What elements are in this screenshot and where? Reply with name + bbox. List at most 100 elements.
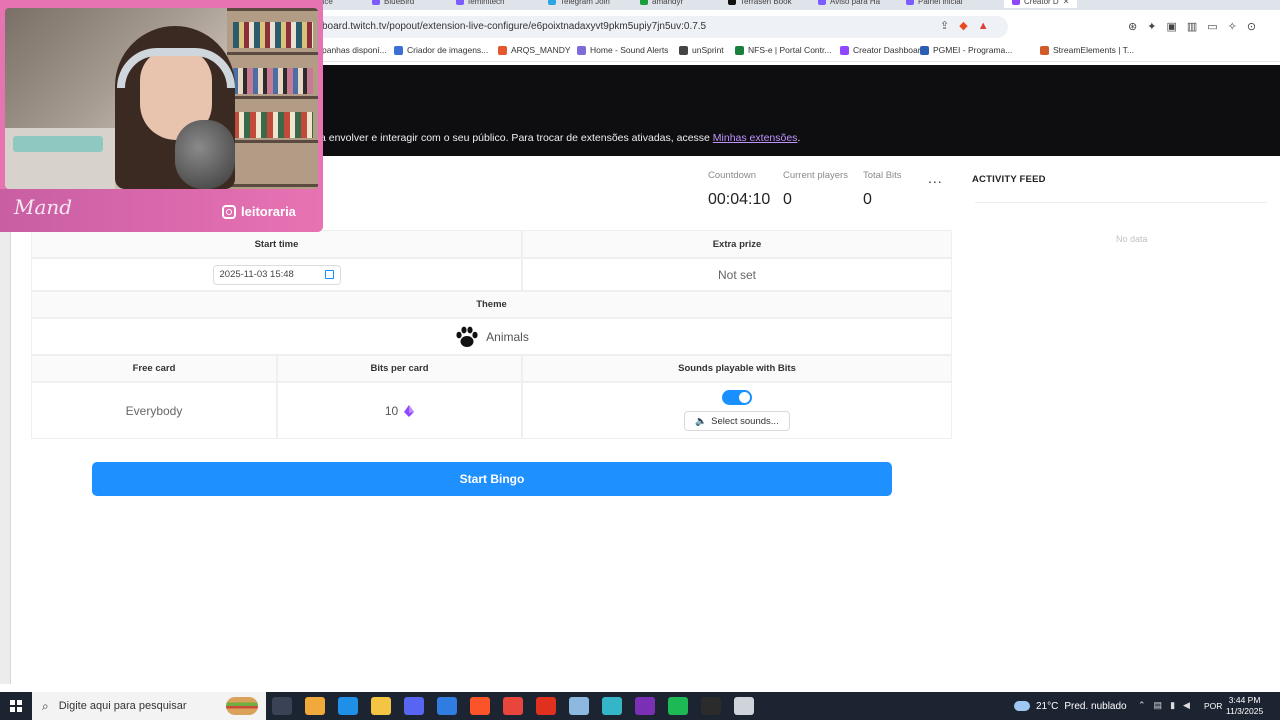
chrome-icon[interactable]: [503, 697, 523, 715]
bookmark-item[interactable]: StreamElements | T...: [1040, 45, 1134, 55]
copilot-icon[interactable]: [305, 697, 325, 715]
free-card-value[interactable]: Everybody: [31, 382, 277, 439]
volume-icon[interactable]: ◀: [1183, 700, 1190, 711]
feed-divider: [975, 202, 1267, 203]
bookmark-label: Home - Sound Alerts: [590, 45, 669, 55]
screen: Telegram WebunSprintStreamElementseleTra…: [0, 0, 1280, 720]
bits-per-card-cell[interactable]: 10: [277, 382, 522, 439]
sidebar-icon[interactable]: ▥: [1187, 20, 1197, 33]
handle-text: leitoraria: [241, 204, 296, 219]
browser-tab[interactable]: Aviso para Ha: [818, 0, 880, 8]
bookmark-item[interactable]: panhas disponí...: [322, 45, 387, 55]
bookmark-item[interactable]: Criador de imagens...: [394, 45, 488, 55]
bookmark-label: NFS-e | Portal Contr...: [748, 45, 832, 55]
menu-icon[interactable]: ⊙: [1247, 20, 1256, 33]
bookmark-label: Creator Dashboard: [853, 45, 926, 55]
browser-tab[interactable]: Painel inicial: [906, 0, 962, 8]
bookmark-item[interactable]: unSprint: [679, 45, 724, 55]
clock-date: 11/3/2025: [1226, 706, 1264, 716]
start-time-picker[interactable]: 2025-11-03 15:48: [212, 264, 341, 285]
sounds-header: Sounds playable with Bits: [522, 355, 952, 382]
speaker-icon: 🔈: [695, 415, 708, 427]
discord-icon[interactable]: [404, 697, 424, 715]
url-box[interactable]: board.twitch.tv/popout/extension-live-co…: [300, 16, 1008, 38]
chevron-up-icon[interactable]: ⌃: [1138, 700, 1146, 711]
screenshot-icon[interactable]: ▣: [1166, 20, 1176, 33]
browser-tab[interactable]: Terrasen Book: [728, 0, 792, 8]
toggle-knob: [739, 392, 750, 403]
language-indicator[interactable]: POR: [1204, 701, 1222, 711]
cloud-icon: [1014, 701, 1030, 711]
edge-icon[interactable]: [338, 697, 358, 715]
select-sounds-button[interactable]: 🔈 Select sounds...: [684, 411, 790, 431]
browser-tab[interactable]: feminitech: [456, 0, 504, 8]
tab-label: Aviso para Ha: [830, 0, 881, 6]
extension-icon[interactable]: ⊛: [1128, 20, 1137, 33]
browser-tab[interactable]: amandyr: [640, 0, 683, 8]
file-explorer-icon[interactable]: [371, 697, 391, 715]
extra-prize-value[interactable]: Not set: [522, 258, 952, 291]
widget-app-icon[interactable]: [569, 697, 589, 715]
bookmark-item[interactable]: PGMEI - Programa...: [920, 45, 1012, 55]
windows-start-icon[interactable]: [10, 700, 22, 712]
task-view-icon[interactable]: [272, 697, 292, 715]
tab-label: Telegram Join: [560, 0, 610, 6]
paw-icon: [456, 326, 478, 347]
bookmark-label: PGMEI - Programa...: [933, 45, 1013, 55]
clock[interactable]: 3:44 PM 11/3/2025: [1226, 695, 1263, 717]
webcam-video: [5, 8, 318, 189]
bookmark-item[interactable]: ARQS_MANDY: [498, 45, 571, 55]
spotify-icon[interactable]: [668, 697, 688, 715]
activity-feed-empty: No data: [1116, 234, 1148, 244]
browser-tab[interactable]: Telegram Join: [548, 0, 610, 8]
theme-cell[interactable]: Animals: [31, 318, 952, 355]
leo-icon[interactable]: ✧: [1228, 20, 1237, 33]
tab-favicon-icon: [372, 0, 380, 5]
puzzle-icon[interactable]: ✦: [1147, 20, 1156, 33]
close-tab-icon[interactable]: ✕: [1063, 0, 1070, 6]
taskbar-apps: [272, 697, 754, 715]
books-row: [233, 22, 313, 48]
mic-tray-icon[interactable]: ▮: [1170, 700, 1175, 711]
obs-icon[interactable]: [701, 697, 721, 715]
calendar-icon[interactable]: [324, 270, 334, 279]
settings-icon[interactable]: [734, 697, 754, 715]
bookmark-item[interactable]: Creator Dashboard: [840, 45, 925, 55]
theme-value: Animals: [486, 329, 529, 344]
onenote-icon[interactable]: [635, 697, 655, 715]
camera-app-icon[interactable]: [602, 697, 622, 715]
free-card-header: Free card: [31, 355, 277, 382]
address-icons: ⇪ ◆ ▲: [940, 20, 989, 32]
my-extensions-link[interactable]: Minhas extensões: [713, 132, 798, 144]
wallet-icon[interactable]: ▭: [1207, 20, 1217, 33]
books-row: [233, 112, 313, 138]
taskbar-search[interactable]: ⌕ Digite aqui para pesquisar: [32, 692, 266, 720]
browser-tab[interactable]: Creator D ✕: [1004, 0, 1078, 8]
opera-icon[interactable]: [536, 697, 556, 715]
brave-shield-icon[interactable]: ◆: [959, 20, 967, 32]
bits-per-card-wrap: 10: [385, 404, 415, 418]
start-bingo-button[interactable]: Start Bingo: [92, 462, 892, 496]
bookmark-favicon-icon: [577, 45, 586, 55]
tab-favicon-icon: [728, 0, 736, 5]
players-stat: Current players 0: [783, 170, 848, 209]
rewards-icon[interactable]: ▲: [978, 20, 989, 32]
weather-widget[interactable]: 21°C Pred. nublado: [1014, 692, 1127, 720]
network-icon[interactable]: ▤: [1154, 700, 1163, 711]
bookmark-label: panhas disponí...: [322, 45, 387, 55]
sounds-toggle[interactable]: [722, 390, 752, 405]
share-icon[interactable]: ⇪: [940, 20, 949, 32]
brave-icon[interactable]: [470, 697, 490, 715]
bookmark-item[interactable]: Home - Sound Alerts: [577, 45, 668, 55]
books-row: [233, 68, 313, 94]
browser-tab[interactable]: BlueBird: [372, 0, 414, 8]
tab-label: Painel inicial: [918, 0, 963, 6]
banner-text: a envolver e interagir com o seu público…: [320, 132, 800, 144]
tab-favicon-icon: [1012, 0, 1020, 5]
tab-favicon-icon: [456, 0, 464, 5]
store-icon[interactable]: [437, 697, 457, 715]
bookmark-item[interactable]: NFS-e | Portal Contr...: [735, 45, 831, 55]
url-text[interactable]: board.twitch.tv/popout/extension-live-co…: [322, 21, 706, 32]
more-options-button[interactable]: ...: [928, 170, 943, 186]
instagram-icon: [222, 204, 236, 219]
